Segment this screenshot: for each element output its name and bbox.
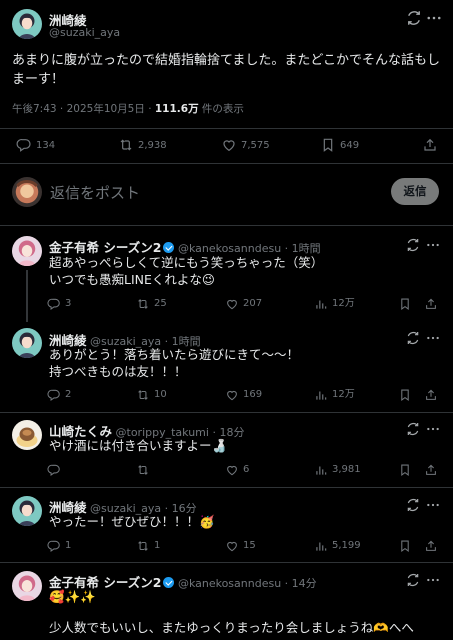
grok-icon[interactable] [405,237,421,253]
share-icon[interactable] [422,137,438,153]
reply-count: 2 [65,389,72,400]
repost-count: 1 [154,540,161,551]
reply-text-line-1: ありがとう！落ち着いたら遊びにきて〜〜！ [49,347,300,362]
reply-author-name[interactable]: 金子有希 シーズン2 [49,240,161,255]
repost-icon[interactable] [118,137,134,153]
views-icon[interactable] [314,297,328,311]
grok-icon[interactable] [405,330,421,346]
like-count: 207 [243,298,263,309]
reply-text-line-3: 少人数でもいいし、またゆっくりまったり会しましょうね🫶へへ [49,620,414,635]
grok-icon[interactable] [405,9,423,27]
bookmark-icon[interactable] [398,539,412,553]
post-views-suffix: 件の表示 [198,103,244,115]
post-text-line-1: あまりに腹が立ったので結婚指輪捨てました。またどこかでそんな話もし [12,53,440,68]
grok-icon[interactable] [405,421,421,437]
post-text-line-2: まーす！ [12,72,65,87]
reply-avatar[interactable] [12,571,42,601]
share-icon[interactable] [424,539,438,553]
divider [0,163,453,164]
more-icon[interactable] [425,421,441,437]
reply-submit-button[interactable]: 返信 [391,178,439,205]
reply-count: 1 [65,540,72,551]
repost-icon[interactable] [136,539,150,553]
reply-avatar[interactable] [12,496,42,526]
like-count: 169 [243,389,263,400]
more-icon[interactable] [425,237,441,253]
grok-icon[interactable] [405,572,421,588]
more-icon[interactable] [425,330,441,346]
author-handle[interactable]: @suzaki_aya [49,26,120,39]
like-icon[interactable] [225,388,239,402]
reply-composer-input[interactable]: 返信をポスト [50,182,140,203]
views-count: 3,981 [332,464,361,475]
divider [0,562,453,563]
reply-avatar[interactable] [12,420,42,450]
like-count: 7,575 [241,140,270,151]
reply-text-line-1: やけ酒には付き合いますよー🍶 [49,438,228,453]
divider [0,412,453,413]
bookmark-icon[interactable] [398,388,412,402]
reply-count: 3 [65,298,72,309]
verified-badge-icon [163,242,175,253]
share-icon[interactable] [424,463,438,477]
reply-author-handle[interactable]: @kanekosanndesu [178,577,281,590]
divider [0,128,453,129]
reply-icon[interactable] [47,539,61,553]
repost-icon[interactable] [136,463,150,477]
reply-text-line-1: やったー！ぜひぜひ！！！🥳 [49,514,215,529]
thread-line [26,270,28,322]
views-count: 5,199 [332,540,361,551]
like-icon[interactable] [225,463,239,477]
share-icon[interactable] [424,388,438,402]
like-count: 6 [243,464,250,475]
post-time[interactable]: 午後7:43 · 2025年10月5日 · [12,103,155,115]
reply-text-line-2: いつでも愚痴LINEくれよな😉 [49,272,215,287]
views-count: 12万 [332,389,355,400]
reply-icon[interactable] [47,297,61,311]
repost-icon[interactable] [136,388,150,402]
verified-badge-icon [163,577,175,588]
views-icon[interactable] [314,463,328,477]
divider [0,487,453,488]
bookmark-count: 649 [340,140,360,151]
author-avatar[interactable] [12,9,42,39]
reply-icon[interactable] [47,463,61,477]
reply-count: 134 [36,140,56,151]
bookmark-icon[interactable] [398,297,412,311]
repost-count: 25 [154,298,167,309]
repost-count: 10 [154,389,167,400]
reply-avatar[interactable] [12,236,42,266]
like-icon[interactable] [221,137,237,153]
post-views-value: 111.6万 [154,103,199,115]
reply-text-line-1: 超あやっぺらしくて逆にもう笑っちゃった（笑） [49,255,324,270]
reply-text-line-2: 持つべきものは友！！！ [49,364,187,379]
more-icon[interactable] [425,572,441,588]
views-icon[interactable] [314,539,328,553]
bookmark-icon[interactable] [398,463,412,477]
repost-icon[interactable] [136,297,150,311]
views-icon[interactable] [314,388,328,402]
grok-icon[interactable] [405,497,421,513]
share-icon[interactable] [424,297,438,311]
reply-avatar[interactable] [12,328,42,358]
views-count: 12万 [332,298,355,309]
repost-count: 2,938 [138,140,167,151]
reply-text-line-1: 🥰✨✨ [49,589,96,604]
my-avatar[interactable] [12,177,42,207]
reply-icon[interactable] [16,137,32,153]
reply-time[interactable]: · 14分 [285,577,317,590]
like-icon[interactable] [225,297,239,311]
divider [0,225,453,226]
more-icon[interactable] [425,9,443,27]
reply-icon[interactable] [47,388,61,402]
bookmark-icon[interactable] [320,137,336,153]
more-icon[interactable] [425,497,441,513]
post-meta: 午後7:43 · 2025年10月5日 · 111.6万 件の表示 [12,101,244,116]
like-icon[interactable] [225,539,239,553]
like-count: 15 [243,540,256,551]
